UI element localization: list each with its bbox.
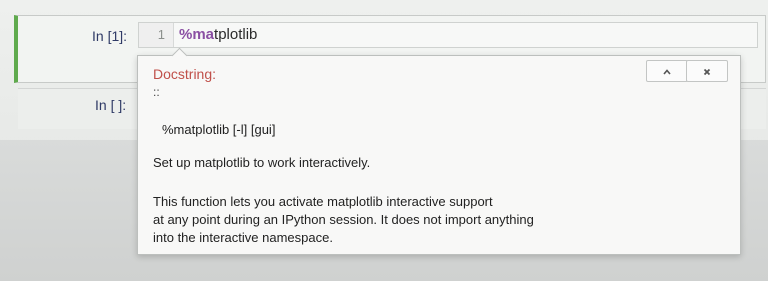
docstring-body-line: This function lets you activate matplotl… bbox=[153, 194, 493, 209]
docstring-header: Docstring: bbox=[153, 66, 217, 82]
docstring-colons: :: bbox=[153, 85, 160, 99]
docstring-tooltip: Docstring: :: %matplotlib [-l] [gui] Set… bbox=[137, 47, 741, 255]
notebook-area: In [1]: 1 %matplotlib In [ ]: Docstring:… bbox=[0, 0, 768, 281]
cell-prompt-1: In [1]: bbox=[92, 28, 128, 44]
code-input-area[interactable]: 1 %matplotlib bbox=[138, 22, 758, 48]
close-tooltip-button[interactable] bbox=[686, 60, 728, 82]
line-gutter: 1 bbox=[139, 23, 174, 47]
docstring-body: This function lets you activate matplotl… bbox=[153, 193, 713, 247]
close-icon bbox=[702, 64, 712, 78]
line-number: 1 bbox=[157, 27, 165, 42]
code-argument: tplotlib bbox=[214, 26, 258, 43]
docstring-summary: Set up matplotlib to work interactively. bbox=[153, 155, 371, 170]
cell-prompt-2: In [ ]: bbox=[95, 97, 127, 113]
docstring-body-line: into the interactive namespace. bbox=[153, 230, 333, 245]
chevron-up-icon bbox=[662, 64, 672, 78]
docstring-body-line: at any point during an IPython session. … bbox=[153, 212, 534, 227]
expand-tooltip-button[interactable] bbox=[646, 60, 688, 82]
magic-command: %ma bbox=[179, 26, 215, 43]
code-line[interactable]: %matplotlib bbox=[179, 26, 257, 43]
docstring-signature: %matplotlib [-l] [gui] bbox=[162, 122, 276, 137]
